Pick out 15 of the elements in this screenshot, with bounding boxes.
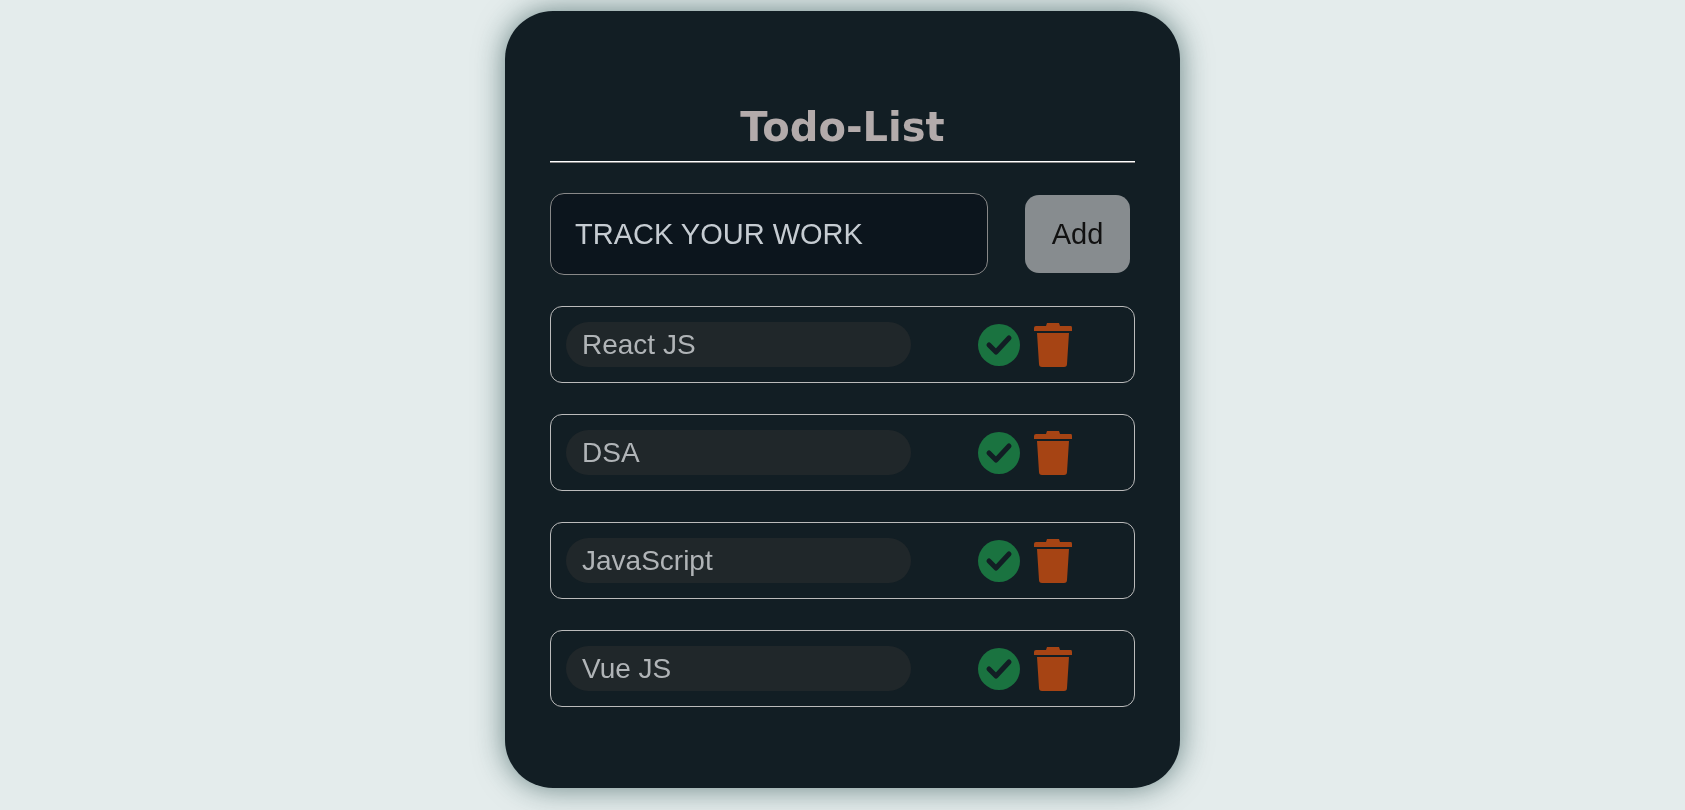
todo-text: Vue JS	[566, 646, 911, 691]
app-title: Todo-List	[740, 103, 945, 151]
trash-icon[interactable]	[1034, 646, 1072, 691]
check-icon[interactable]	[978, 323, 1020, 366]
add-button[interactable]: Add	[1025, 195, 1130, 273]
check-icon[interactable]	[978, 647, 1020, 690]
check-icon[interactable]	[978, 539, 1020, 582]
check-icon[interactable]	[978, 431, 1020, 474]
todo-text: React JS	[566, 322, 911, 367]
todo-text: JavaScript	[566, 538, 911, 583]
trash-icon[interactable]	[1034, 430, 1072, 475]
todo-text: DSA	[566, 430, 911, 475]
trash-icon[interactable]	[1034, 538, 1072, 583]
trash-icon[interactable]	[1034, 322, 1072, 367]
todo-input-field[interactable]: TRACK YOUR WORK	[550, 193, 988, 275]
